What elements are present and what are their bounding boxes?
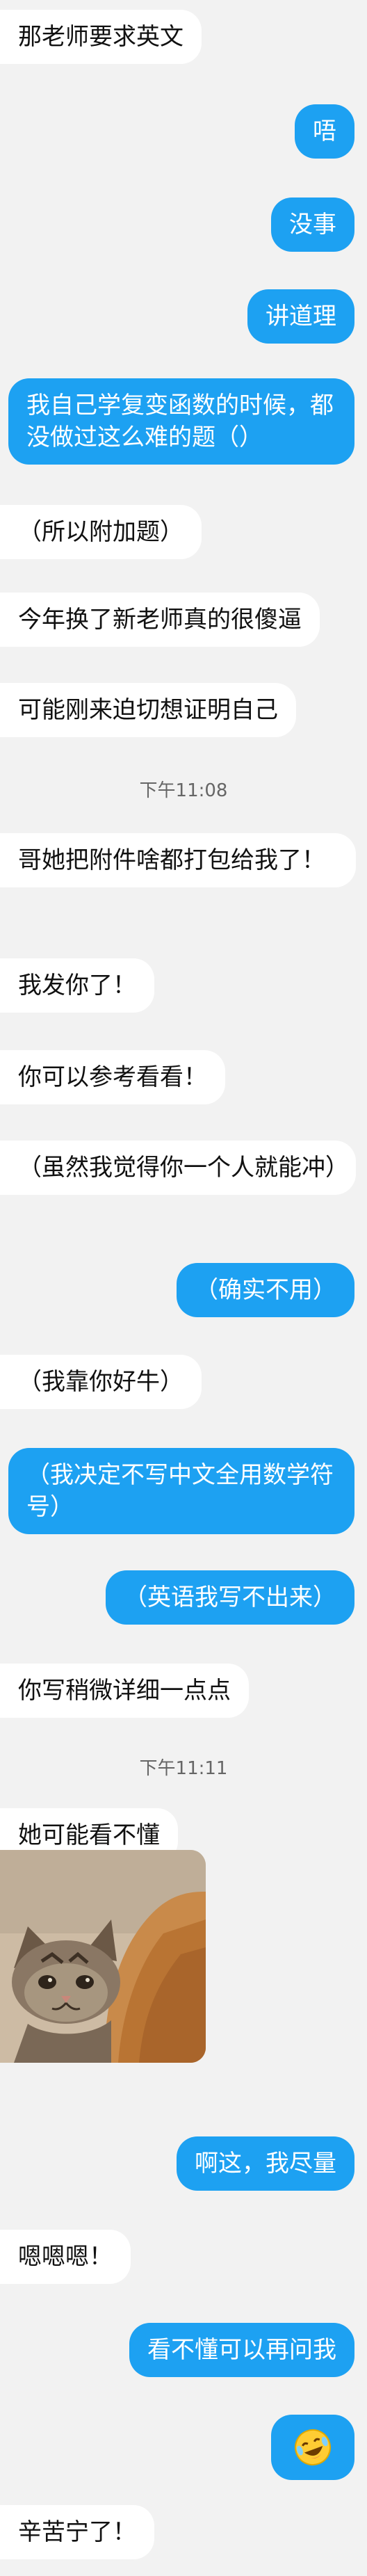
timestamp: 下午11:08 bbox=[139, 780, 228, 801]
timestamp: 下午11:11 bbox=[139, 1758, 228, 1779]
message-outgoing[interactable]: 啊这，我尽量 bbox=[177, 2136, 354, 2191]
laughing-emoji-icon bbox=[295, 2429, 331, 2465]
message-outgoing[interactable]: 看不懂可以再问我 bbox=[129, 2323, 354, 2377]
message-outgoing[interactable]: 讲道理 bbox=[247, 289, 354, 344]
message-incoming[interactable]: 辛苦宁了！ bbox=[0, 2505, 154, 2559]
message-incoming[interactable]: 今年换了新老师真的很傻逼 bbox=[0, 593, 320, 647]
message-incoming[interactable]: 你可以参考看看！ bbox=[0, 1050, 225, 1104]
message-outgoing[interactable]: （我决定不写中文全用数学符号） bbox=[8, 1448, 354, 1534]
message-outgoing[interactable]: （英语我写不出来） bbox=[106, 1570, 354, 1625]
message-incoming[interactable]: 我发你了！ bbox=[0, 958, 154, 1013]
cat-photo[interactable] bbox=[0, 1850, 206, 2063]
message-outgoing[interactable]: （确实不用） bbox=[177, 1263, 354, 1317]
message-incoming[interactable]: 哥她把附件啥都打包给我了！ bbox=[0, 833, 356, 887]
emoji-message[interactable] bbox=[271, 2415, 354, 2480]
message-incoming[interactable]: （我靠你好牛） bbox=[0, 1355, 202, 1409]
chat-thread: 那老师要求英文 唔 没事 讲道理 我自己学复变函数的时候，都没做过这么难的题（）… bbox=[0, 0, 367, 2576]
message-incoming[interactable]: 可能刚来迫切想证明自己 bbox=[0, 683, 296, 737]
message-outgoing[interactable]: 没事 bbox=[271, 198, 354, 252]
message-outgoing[interactable]: 我自己学复变函数的时候，都没做过这么难的题（） bbox=[8, 378, 354, 465]
message-incoming[interactable]: （所以附加题） bbox=[0, 505, 202, 559]
message-incoming[interactable]: （虽然我觉得你一个人就能冲） bbox=[0, 1141, 356, 1195]
message-incoming[interactable]: 嗯嗯嗯！ bbox=[0, 2230, 131, 2284]
message-outgoing[interactable]: 唔 bbox=[295, 104, 354, 159]
message-incoming[interactable]: 你写稍微详细一点点 bbox=[0, 1664, 249, 1718]
message-incoming[interactable]: 那老师要求英文 bbox=[0, 10, 202, 64]
